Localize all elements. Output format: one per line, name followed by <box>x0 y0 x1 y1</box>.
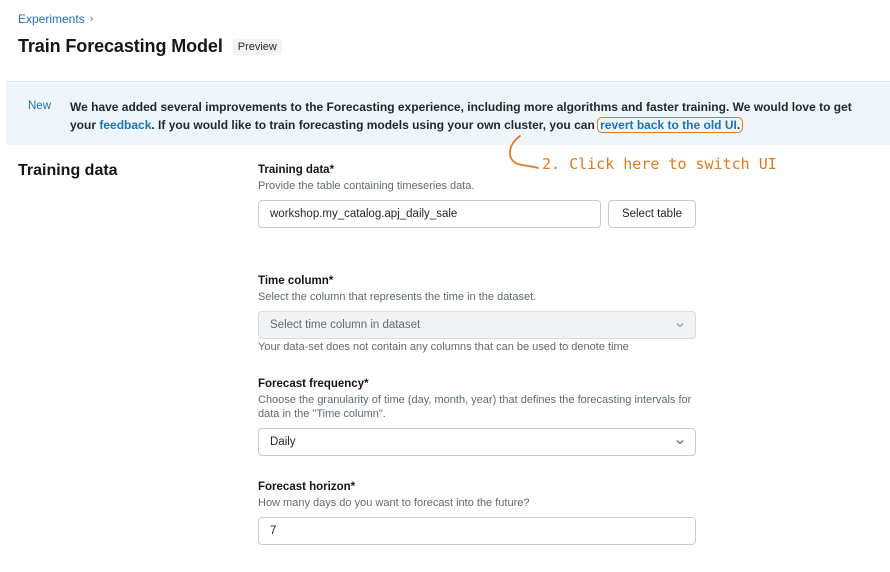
time-column-help: Select the column that represents the ti… <box>258 291 537 303</box>
forecast-horizon-help: How many days do you want to forecast in… <box>258 497 530 509</box>
chevron-down-icon <box>676 323 684 328</box>
banner-message: We have added several improvements to th… <box>70 98 876 134</box>
forecast-horizon-label: Forecast horizon* <box>258 481 356 493</box>
revert-old-ui-link[interactable]: revert back to the old UI <box>600 118 737 132</box>
preview-badge: Preview <box>232 38 282 55</box>
chevron-right-icon: › <box>89 13 94 25</box>
banner-text-part3: . <box>736 118 741 132</box>
forecast-frequency-help: Choose the granularity of time (day, mon… <box>258 394 692 420</box>
select-table-button[interactable]: Select table <box>608 200 696 228</box>
forecast-frequency-select[interactable]: Daily <box>258 428 696 456</box>
time-column-placeholder: Select time column in dataset <box>270 319 421 331</box>
breadcrumb: Experiments › <box>18 12 93 26</box>
info-banner: New We have added several improvements t… <box>6 81 890 145</box>
training-data-input[interactable]: workshop.my_catalog.apj_daily_sale <box>258 200 601 228</box>
page-title: Train Forecasting Model <box>18 36 223 56</box>
banner-new-tag: New <box>28 100 52 112</box>
feedback-link[interactable]: feedback <box>99 118 151 132</box>
time-column-label: Time column* <box>258 275 334 287</box>
forecast-frequency-value: Daily <box>270 436 296 448</box>
training-data-value: workshop.my_catalog.apj_daily_sale <box>270 208 458 220</box>
forecast-horizon-value: 7 <box>270 525 277 537</box>
section-title: Training data <box>18 162 118 179</box>
time-column-note: Your data-set does not contain any colum… <box>258 341 629 353</box>
training-data-label: Training data* <box>258 164 335 176</box>
title-row: Train Forecasting Model Preview <box>18 36 282 57</box>
banner-text-part2: . If you would like to train forecasting… <box>151 118 599 132</box>
annotation-text: 2. Click here to switch UI <box>542 155 777 173</box>
revert-link-highlight: revert back to the old UI. <box>597 117 744 133</box>
breadcrumb-experiments-link[interactable]: Experiments <box>18 12 85 26</box>
time-column-select[interactable]: Select time column in dataset <box>258 311 696 339</box>
chevron-down-icon <box>676 440 684 445</box>
training-data-help: Provide the table containing timeseries … <box>258 180 475 192</box>
forecast-frequency-label: Forecast frequency* <box>258 378 369 390</box>
forecast-horizon-input[interactable]: 7 <box>258 517 696 545</box>
